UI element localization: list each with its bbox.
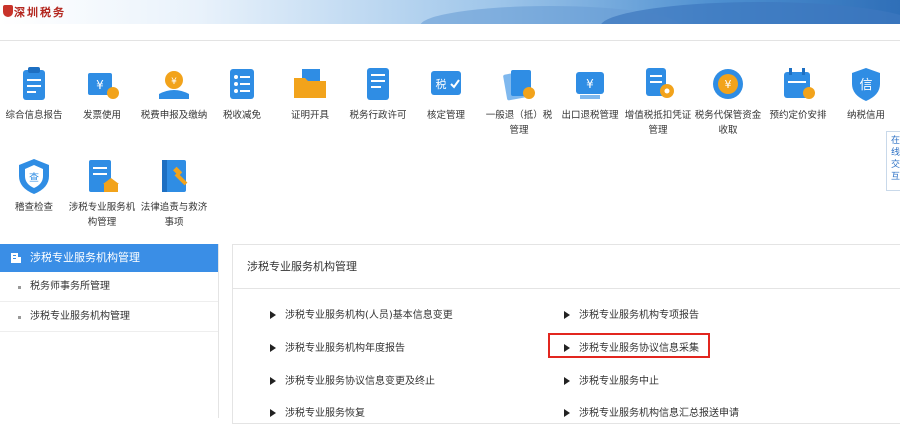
link-label: 涉税专业服务中止 (579, 376, 659, 387)
tax-relief-icon (222, 64, 262, 104)
link-special-report[interactable]: 涉税专业服务机构专项报告 (564, 306, 699, 321)
arrow-right-icon (270, 409, 276, 417)
link-label: 涉税专业服务机构(人员)基本信息变更 (285, 310, 453, 321)
arrow-right-icon (564, 311, 570, 319)
panel-title: 涉税专业服务机构管理 (233, 245, 900, 289)
credit-shield-icon: 信 (846, 64, 886, 104)
tile-invoice[interactable]: ¥ 发票使用 (68, 64, 136, 123)
link-agreement-change-terminate[interactable]: 涉税专业服务协议信息变更及终止 (270, 372, 435, 387)
tile-label: 出口退税管理 (561, 110, 619, 121)
svg-text:税: 税 (436, 77, 447, 91)
tile-label: 核定管理 (426, 110, 465, 121)
arrow-right-icon (270, 377, 276, 385)
link-annual-report[interactable]: 涉税专业服务机构年度报告 (270, 339, 405, 354)
tile-report[interactable]: 综合信息报告 (0, 64, 68, 123)
svg-text:¥: ¥ (171, 77, 177, 87)
tile-label: 税务行政许可 (349, 110, 407, 121)
tile-tax-check[interactable]: 税 核定管理 (412, 64, 480, 123)
tile-label: 一般退（抵）税管理 (485, 110, 553, 136)
tile-label: 税收减免 (222, 110, 261, 121)
tile-tax-declare[interactable]: ¥ 税费申报及缴纳 (140, 64, 208, 123)
sidebar: 涉税专业服务机构管理 税务师事务所管理 涉税专业服务机构管理 (0, 244, 219, 418)
tile-label: 法律追责与救济事项 (140, 202, 208, 228)
sidebar-title: 涉税专业服务机构管理 (30, 251, 140, 264)
site-logo[interactable]: 深圳税务 (14, 4, 66, 20)
building-icon (11, 253, 21, 263)
tile-fund[interactable]: ¥ 税务代保管资金收取 (694, 64, 762, 138)
tile-label: 税费申报及缴纳 (140, 110, 208, 121)
link-label: 涉税专业服务机构年度报告 (285, 343, 405, 354)
tile-label: 预约定价安排 (769, 110, 827, 121)
arrow-right-icon (564, 409, 570, 417)
tax-declare-icon: ¥ (154, 64, 194, 104)
law-book-icon (154, 156, 194, 196)
export-refund-icon: ¥ (570, 64, 610, 104)
svg-text:¥: ¥ (725, 78, 732, 91)
svg-text:信: 信 (859, 78, 872, 93)
link-service-resume[interactable]: 涉税专业服务恢复 (270, 404, 365, 419)
tile-refund[interactable]: 一般退（抵）税管理 (485, 64, 553, 138)
link-service-suspend[interactable]: 涉税专业服务中止 (564, 372, 659, 387)
tile-vat[interactable]: 增值税抵扣凭证管理 (624, 64, 692, 138)
tile-label: 证明开具 (290, 110, 329, 121)
online-interaction-tab[interactable]: 在线交互 (886, 131, 900, 191)
tile-label: 涉税专业服务机构管理 (68, 202, 136, 228)
svg-text:查: 查 (29, 171, 39, 184)
license-doc-icon (358, 64, 398, 104)
svg-text:¥: ¥ (586, 77, 594, 91)
arrow-right-icon (270, 311, 276, 319)
tax-check-icon: 税 (426, 64, 466, 104)
tile-certificate[interactable]: 证明开具 (276, 64, 344, 123)
certificate-folder-icon (290, 64, 330, 104)
link-label: 涉税专业服务机构专项报告 (579, 310, 699, 321)
sidebar-header: 涉税专业服务机构管理 (0, 244, 218, 272)
coin-icon: ¥ (708, 64, 748, 104)
header-banner: 深圳税务 (0, 0, 900, 24)
tile-license[interactable]: 税务行政许可 (344, 64, 412, 123)
tile-credit[interactable]: 信 纳税信用 (832, 64, 900, 123)
agency-building-icon (82, 156, 122, 196)
invoice-icon: ¥ (82, 64, 122, 104)
sidebar-item-agency[interactable]: 涉税专业服务机构管理 (0, 302, 218, 332)
tile-agency[interactable]: 涉税专业服务机构管理 (68, 156, 136, 230)
link-basic-info-change[interactable]: 涉税专业服务机构(人员)基本信息变更 (270, 306, 453, 321)
svg-text:¥: ¥ (96, 78, 104, 92)
tile-label: 纳税信用 (846, 110, 885, 121)
tile-label: 稽查检查 (14, 202, 53, 213)
report-icon (14, 64, 54, 104)
banner-mountain-decoration (600, 2, 900, 24)
vat-gear-icon (638, 64, 678, 104)
tile-label: 税务代保管资金收取 (694, 110, 762, 136)
tile-pricing[interactable]: 预约定价安排 (764, 64, 832, 123)
calendar-icon (778, 64, 818, 104)
link-label: 涉税专业服务机构信息汇总报送申请 (579, 408, 739, 419)
tile-label: 发票使用 (82, 110, 121, 121)
logo-emblem-icon (3, 5, 13, 17)
sidebar-item-tax-firm[interactable]: 税务师事务所管理 (0, 272, 218, 302)
header-divider (0, 40, 900, 41)
tile-inspection[interactable]: 查 稽查检查 (0, 156, 68, 215)
arrow-right-icon (564, 377, 570, 385)
tile-law[interactable]: 法律追责与救济事项 (140, 156, 208, 230)
inspect-shield-icon: 查 (14, 156, 54, 196)
refund-docs-icon (499, 64, 539, 104)
link-summary-report[interactable]: 涉税专业服务机构信息汇总报送申请 (564, 404, 739, 419)
arrow-right-icon (270, 344, 276, 352)
tile-label: 增值税抵扣凭证管理 (624, 110, 692, 136)
link-label: 涉税专业服务协议信息变更及终止 (285, 376, 435, 387)
tile-export-refund[interactable]: ¥ 出口退税管理 (556, 64, 624, 123)
link-label: 涉税专业服务恢复 (285, 408, 365, 419)
highlight-box (548, 333, 710, 358)
tile-label: 综合信息报告 (5, 110, 63, 121)
tile-tax-relief[interactable]: 税收减免 (208, 64, 276, 123)
